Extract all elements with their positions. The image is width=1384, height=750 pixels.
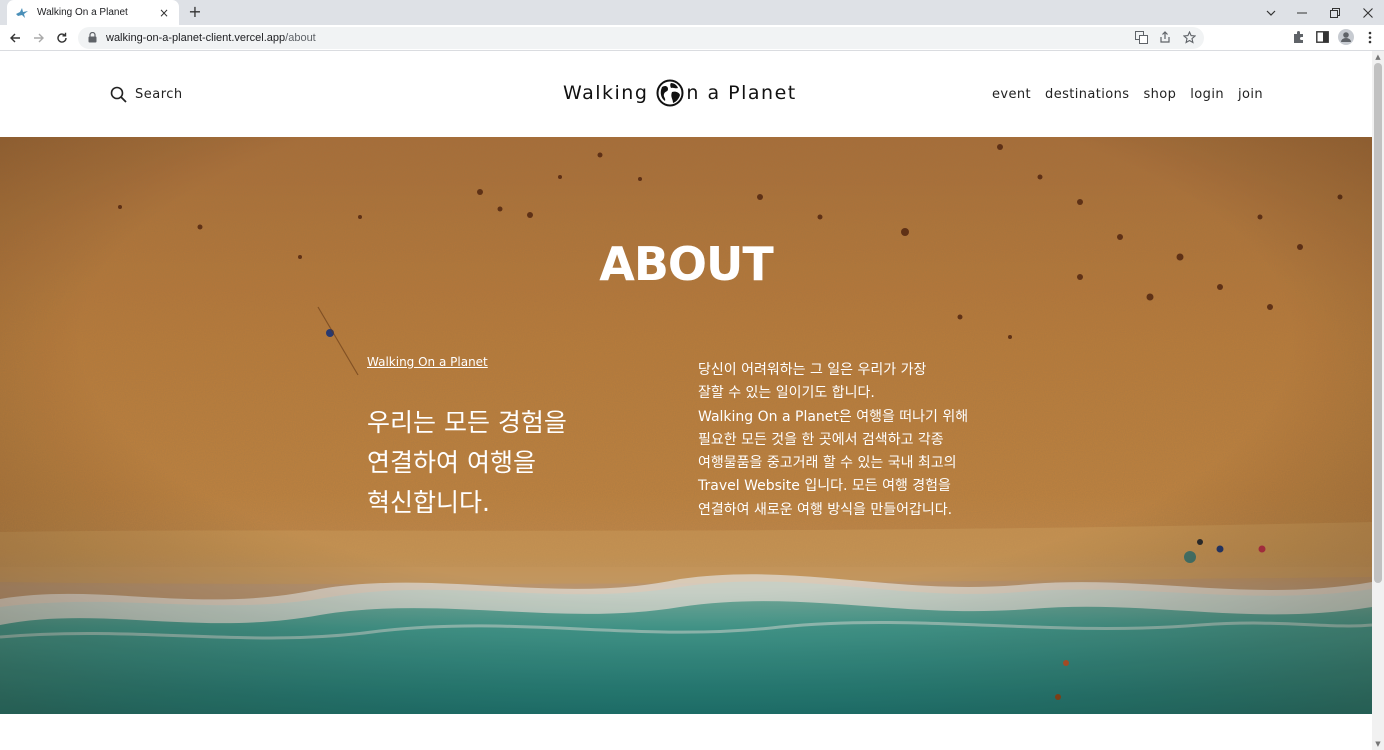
page-scrollbar[interactable]: ▲ ▼ [1372, 51, 1384, 750]
globe-icon [656, 79, 684, 107]
site-header: Search Walking n a Planet event destinat… [0, 51, 1372, 137]
description-line: 연결하여 새로운 여행 방식을 만들어갑니다. [698, 501, 953, 518]
browser-tab-strip: Walking On a Planet × + [0, 0, 1384, 25]
nav-event[interactable]: event [992, 87, 1031, 102]
url-text: walking-on-a-planet-client.vercel.app/ab… [106, 32, 316, 44]
description-line: Walking On a Planet은 여행을 떠나기 위해 [698, 408, 969, 425]
bookmark-star-icon[interactable] [1182, 30, 1196, 44]
site-logo[interactable]: Walking n a Planet [563, 79, 797, 107]
share-icon[interactable] [1158, 30, 1172, 44]
extensions-puzzle-icon[interactable] [1290, 29, 1306, 45]
hero-headline: 우리는 모든 경험을 연결하여 여행을 혁신합니다. [367, 403, 647, 523]
minimize-icon[interactable] [1285, 0, 1318, 25]
search-label: Search [135, 87, 183, 102]
window-controls [1257, 0, 1384, 25]
browser-extensions [1290, 29, 1378, 45]
beach-aerial-background [0, 137, 1372, 714]
forward-arrow-icon[interactable] [30, 29, 48, 47]
search-button[interactable]: Search [110, 86, 183, 103]
tab-title: Walking On a Planet [37, 7, 128, 18]
main-nav: event destinations shop login join [992, 87, 1263, 102]
back-arrow-icon[interactable] [6, 29, 24, 47]
lock-icon [88, 32, 98, 44]
description-line: 여행물품을 중고거래 할 수 있는 국내 최고의 [698, 455, 957, 472]
url-host: walking-on-a-planet-client.vercel.app [106, 32, 286, 44]
url-path: /about [285, 32, 316, 44]
bird-favicon-icon [15, 6, 29, 20]
brand-link[interactable]: Walking On a Planet [367, 355, 488, 369]
nav-login[interactable]: login [1190, 87, 1224, 102]
new-tab-button[interactable]: + [186, 3, 204, 21]
about-hero: ABOUT Walking On a Planet 우리는 모든 경험을 연결하… [0, 137, 1372, 714]
headline-line: 혁신합니다. [367, 488, 490, 517]
address-bar-actions [1134, 30, 1196, 44]
description-line: 잘할 수 있는 일이기도 합니다. [698, 385, 875, 402]
hero-description: 당신이 어려워하는 그 일은 우리가 가장 잘할 수 있는 일이기도 합니다. … [698, 359, 1038, 522]
profile-avatar-icon[interactable] [1338, 29, 1354, 45]
scrollbar-thumb[interactable] [1374, 63, 1382, 583]
page-viewport: Search Walking n a Planet event destinat… [0, 51, 1372, 750]
restore-icon[interactable] [1318, 0, 1351, 25]
close-window-icon[interactable] [1351, 0, 1384, 25]
scroll-up-arrow-icon[interactable]: ▲ [1372, 51, 1384, 63]
tab-close-icon[interactable]: × [157, 6, 171, 20]
nav-shop[interactable]: shop [1143, 87, 1176, 102]
browser-tab[interactable]: Walking On a Planet × [7, 0, 179, 25]
logo-text-planet: n a Planet [686, 82, 797, 104]
nav-join[interactable]: join [1238, 87, 1263, 102]
logo-text-walking: Walking [563, 82, 649, 104]
description-line: Travel Website 입니다. 모든 여행 경험을 [698, 478, 951, 495]
description-line: 필요한 모든 것을 한 곳에서 검색하고 각종 [698, 431, 944, 448]
headline-line: 우리는 모든 경험을 [367, 408, 567, 437]
scroll-down-arrow-icon[interactable]: ▼ [1372, 738, 1384, 750]
reload-icon[interactable] [53, 29, 71, 47]
search-icon [110, 86, 127, 103]
nav-destinations[interactable]: destinations [1045, 87, 1129, 102]
tab-search-icon[interactable] [1257, 0, 1285, 25]
page-title: ABOUT [599, 237, 774, 291]
browser-toolbar: walking-on-a-planet-client.vercel.app/ab… [0, 25, 1384, 51]
description-line: 당신이 어려워하는 그 일은 우리가 가장 [698, 362, 927, 378]
browser-menu-icon[interactable] [1362, 29, 1378, 45]
headline-line: 연결하여 여행을 [367, 448, 536, 477]
translate-icon[interactable] [1134, 30, 1148, 44]
address-bar[interactable]: walking-on-a-planet-client.vercel.app/ab… [78, 27, 1204, 49]
side-panel-icon[interactable] [1314, 29, 1330, 45]
